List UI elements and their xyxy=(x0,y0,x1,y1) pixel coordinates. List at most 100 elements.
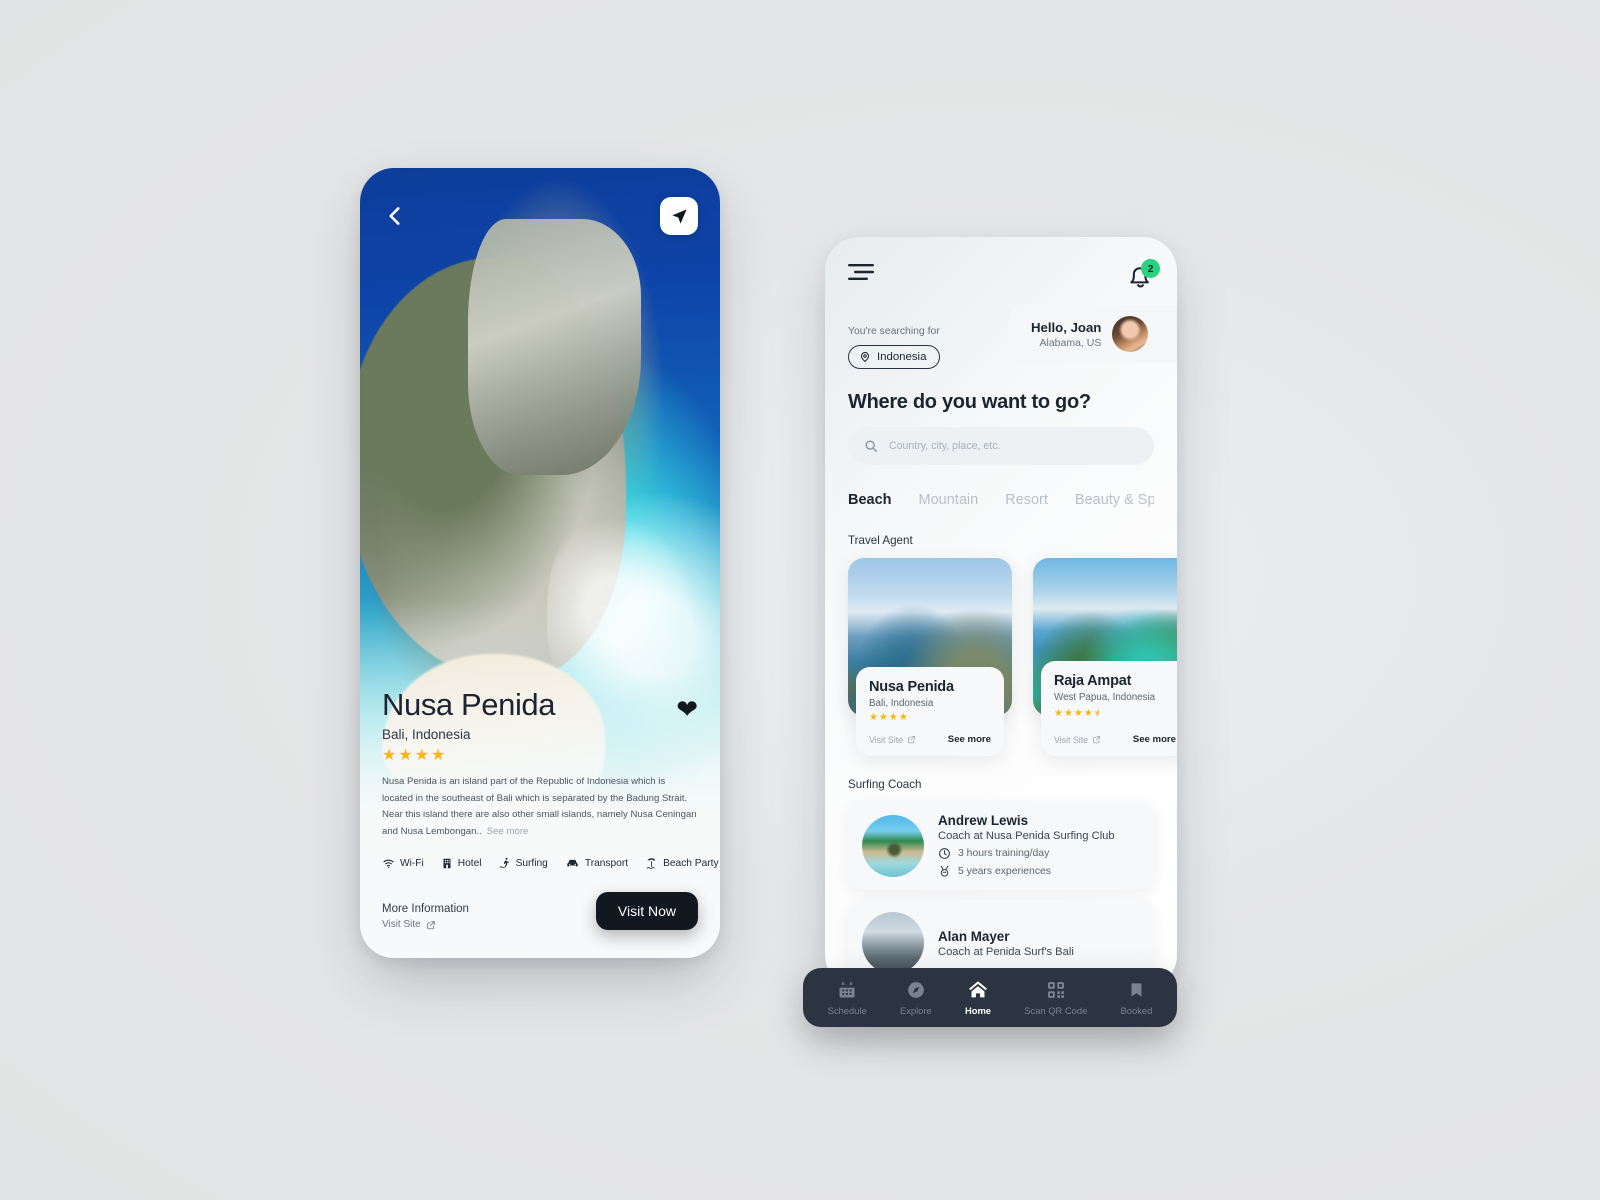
hamburger-menu-icon[interactable] xyxy=(848,263,874,281)
visit-site-link[interactable]: Visit Site xyxy=(382,919,469,930)
see-more-button[interactable]: See more xyxy=(1133,734,1176,745)
destination-card-rating: ★★★★ xyxy=(869,712,909,723)
visit-site-label: Visit Site xyxy=(382,919,421,930)
destination-detail-panel: Nusa Penida Bali, Indonesia ★★★★ ❤ Nusa … xyxy=(360,686,720,958)
medal-icon xyxy=(940,865,949,877)
calendar-icon xyxy=(839,981,855,997)
hotel-icon xyxy=(443,858,451,868)
amenity-label: Beach Party xyxy=(663,857,719,869)
coach-role: Coach at Penida Surf's Bali xyxy=(938,945,1074,958)
user-greeting-card[interactable]: Hello, Joan Alabama, US xyxy=(1009,305,1177,363)
favorite-heart-icon[interactable]: ❤ xyxy=(676,696,698,722)
chevron-left-icon[interactable] xyxy=(382,203,408,229)
description-text: Nusa Penida is an island part of the Rep… xyxy=(382,774,698,840)
destination-card-actions: Visit Site See more xyxy=(1054,734,1176,745)
destination-detail-screen: Nusa Penida Bali, Indonesia ★★★★ ❤ Nusa … xyxy=(360,168,720,958)
notification-bell-button[interactable]: 2 xyxy=(1127,259,1160,296)
avatar[interactable] xyxy=(1112,316,1149,352)
nav-item-scan-qr-code[interactable]: Scan QR Code xyxy=(1024,980,1087,1016)
destination-card-title: Raja Ampat xyxy=(1054,673,1132,689)
travel-agent-cards: Nusa Penida Bali, Indonesia ★★★★ Visit S… xyxy=(848,558,1177,756)
amenity-transport[interactable]: Transport xyxy=(565,857,628,870)
destination-card-subtitle: West Papua, Indonesia xyxy=(1054,692,1156,703)
destination-card-nusa-penida[interactable]: Nusa Penida Bali, Indonesia ★★★★ Visit S… xyxy=(848,558,1012,756)
detail-top-bar xyxy=(360,192,720,240)
nav-item-home[interactable]: Home xyxy=(965,979,991,1016)
greeting-name: Hello, Joan xyxy=(1031,319,1102,335)
destination-card-raja-ampat[interactable]: Raja Ampat West Papua, Indonesia ★★★★⯨ V… xyxy=(1033,558,1177,756)
external-link-icon xyxy=(1093,736,1100,744)
qr-code-icon xyxy=(1047,981,1064,998)
location-chip[interactable]: Indonesia xyxy=(848,345,941,369)
visit-now-button[interactable]: Visit Now xyxy=(595,892,698,930)
screenshot-canvas: Nusa Penida Bali, Indonesia ★★★★ ❤ Nusa … xyxy=(0,0,1600,1200)
nav-item-label: Home xyxy=(964,1005,992,1016)
amenity-label: Hotel xyxy=(457,857,482,869)
coach-name: Andrew Lewis xyxy=(938,813,1029,828)
amenity-wifi[interactable]: Wi-Fi xyxy=(382,857,424,870)
home-search-screen: 2 Hello, Joan Alabama, US You're searchi… xyxy=(825,237,1177,989)
bottom-navigation-bar: Schedule Explore Home Scan QR Code Booke… xyxy=(803,968,1177,1027)
amenity-label: Transport xyxy=(584,857,629,869)
home-content: You're searching for Indonesia Where do … xyxy=(825,326,1177,986)
destination-card-body: Nusa Penida Bali, Indonesia ★★★★ Visit S… xyxy=(856,667,1004,756)
visit-site-link[interactable]: Visit Site xyxy=(869,735,916,745)
nav-item-label: Schedule xyxy=(827,1004,867,1016)
tab-beach[interactable]: Beach xyxy=(848,492,892,508)
description-body: Nusa Penida is an island part of the Rep… xyxy=(382,776,697,837)
bookmark-icon xyxy=(1131,982,1142,997)
surfing-icon xyxy=(499,857,509,869)
compass-icon xyxy=(907,981,924,998)
surfing-coach-section-label: Surfing Coach xyxy=(848,778,922,791)
navigate-arrow-button[interactable] xyxy=(660,197,698,235)
coach-training-meta: 3 hours training/day xyxy=(938,847,1115,860)
coach-avatar xyxy=(862,814,924,877)
tab-beauty-spa[interactable]: Beauty & Spa xyxy=(1075,492,1154,508)
category-tabs: Beach Mountain Resort Beauty & Spa Hotel xyxy=(848,492,1154,508)
page-title: Nusa Penida xyxy=(382,686,556,722)
external-link-icon xyxy=(908,736,915,744)
location-chip-label: Indonesia xyxy=(877,351,927,363)
external-link-icon xyxy=(426,920,435,929)
search-icon xyxy=(865,440,877,452)
amenity-beach-party[interactable]: Beach Party xyxy=(645,856,719,870)
tab-resort[interactable]: Resort xyxy=(1005,492,1048,508)
wifi-icon xyxy=(383,859,394,868)
visit-site-label: Visit Site xyxy=(1054,734,1089,745)
search-bar[interactable] xyxy=(848,427,1154,465)
destination-card-title: Nusa Penida xyxy=(869,679,954,695)
see-more-button[interactable]: See more xyxy=(948,734,991,745)
transport-car-icon xyxy=(567,859,578,866)
clock-icon xyxy=(939,848,950,859)
visit-site-link[interactable]: Visit Site xyxy=(1054,735,1101,745)
more-information-label: More Information xyxy=(382,903,469,915)
nav-item-label: Booked xyxy=(1120,1004,1153,1016)
nav-item-booked[interactable]: Booked xyxy=(1120,980,1153,1016)
coach-avatar xyxy=(862,912,924,974)
amenity-hotel[interactable]: Hotel xyxy=(441,857,482,870)
search-input[interactable] xyxy=(889,440,1138,452)
coach-role: Coach at Nusa Penida Surfing Club xyxy=(938,830,1115,842)
travel-agent-section-label: Travel Agent xyxy=(848,534,913,547)
coach-card-andrew-lewis[interactable]: Andrew Lewis Coach at Nusa Penida Surfin… xyxy=(848,801,1154,890)
page-title: Where do you want to go? xyxy=(848,391,1091,413)
nav-item-explore[interactable]: Explore xyxy=(900,980,932,1016)
amenity-surfing[interactable]: Surfing xyxy=(499,856,548,870)
home-top-bar: 2 xyxy=(825,237,1177,296)
coach-training-text: 3 hours training/day xyxy=(958,848,1050,859)
nav-item-schedule[interactable]: Schedule xyxy=(828,980,867,1016)
notification-badge: 2 xyxy=(1141,259,1160,278)
beach-party-icon xyxy=(646,858,656,869)
home-icon xyxy=(969,981,987,998)
see-more-link[interactable]: See more xyxy=(487,826,529,837)
nav-item-label: Explore xyxy=(899,1004,932,1016)
detail-footer: More Information Visit Site Visit Now xyxy=(382,892,698,930)
coach-name: Alan Mayer xyxy=(938,928,1010,944)
title-row: Nusa Penida Bali, Indonesia ★★★★ ❤ xyxy=(382,686,698,765)
destination-card-rating: ★★★★⯨ xyxy=(1054,708,1101,719)
destination-card-actions: Visit Site See more xyxy=(869,734,991,745)
place-subtitle: Bali, Indonesia xyxy=(382,727,471,742)
amenity-label: Surfing xyxy=(515,857,548,869)
greeting-location: Alabama, US xyxy=(1039,336,1102,349)
tab-mountain[interactable]: Mountain xyxy=(919,492,979,508)
